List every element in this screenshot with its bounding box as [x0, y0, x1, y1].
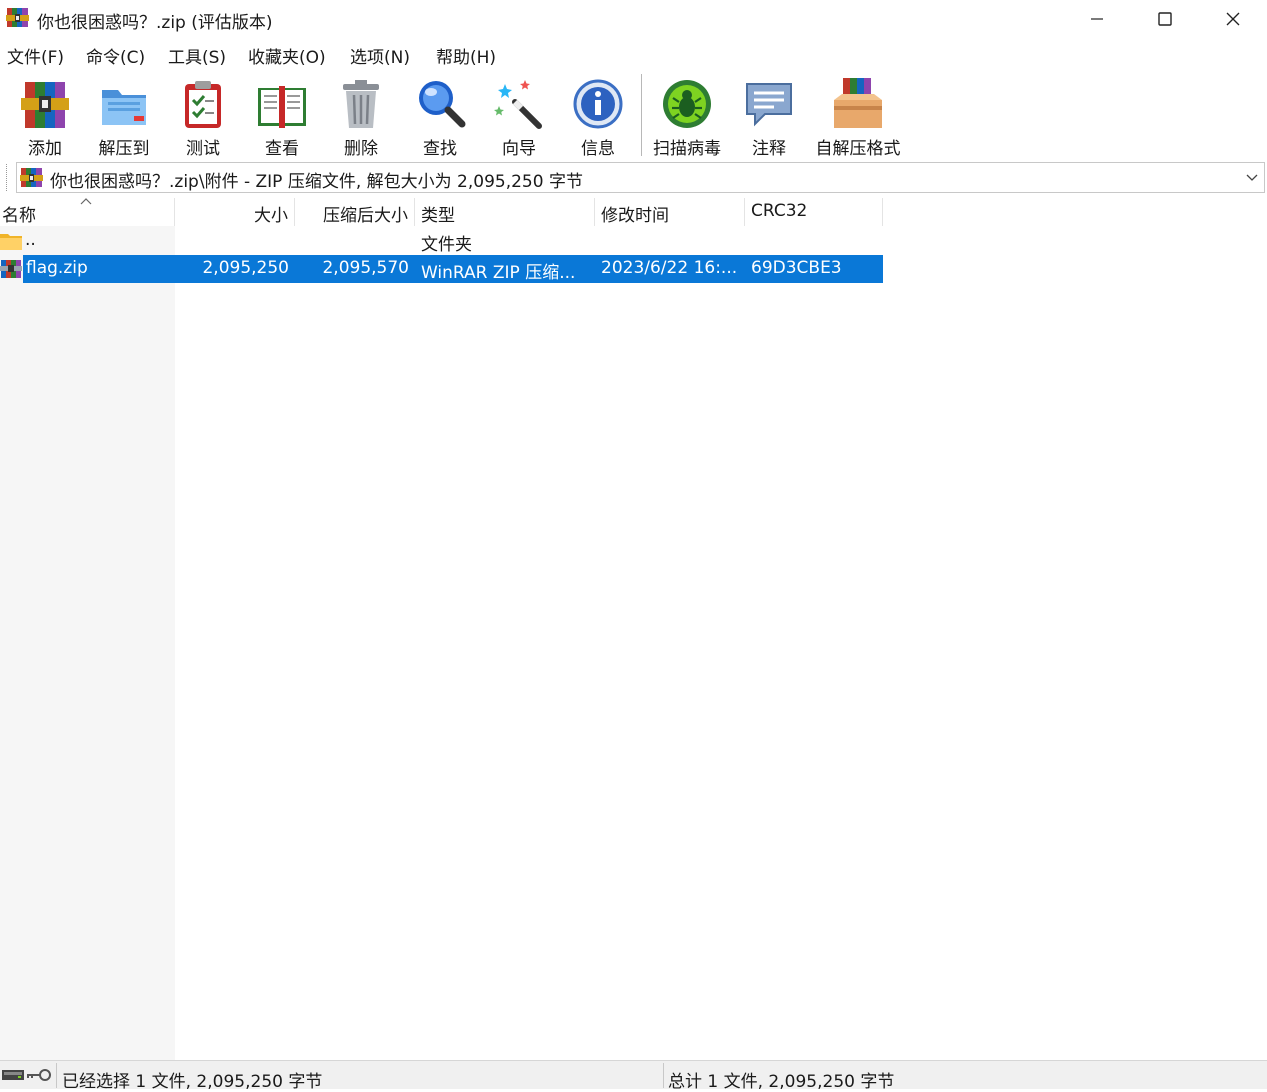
- delete-button[interactable]: 删除: [324, 74, 398, 159]
- view-button[interactable]: 查看: [244, 74, 320, 159]
- sfx-label: 自解压格式: [815, 139, 901, 159]
- menu-favorites[interactable]: 收藏夹(O): [248, 43, 326, 68]
- column-crc-label: CRC32: [751, 201, 808, 221]
- test-clipboard-icon: [185, 81, 221, 128]
- title-bar: 你也很困惑吗？.zip (评估版本): [0, 0, 1267, 38]
- add-archive-icon: [21, 82, 69, 128]
- maximize-button[interactable]: [1131, 0, 1199, 38]
- menu-commands[interactable]: 命令(C): [86, 43, 145, 68]
- column-modified-label: 修改时间: [601, 206, 669, 226]
- column-size-label: 大小: [254, 206, 288, 226]
- toolbar: 添加 解压到 测试 查看 删除 查找 向导 信息 扫描病毒 注释 自解压格式: [0, 70, 1267, 159]
- toolbar-separator: [641, 74, 642, 156]
- test-label: 测试: [186, 139, 220, 159]
- wizard-label: 向导: [502, 139, 536, 159]
- window-title: 你也很困惑吗？.zip (评估版本): [37, 13, 273, 33]
- column-name-label: 名称: [2, 206, 36, 226]
- extract-to-icon: [102, 90, 146, 125]
- virus-scan-button[interactable]: 扫描病毒: [646, 74, 728, 159]
- menu-file[interactable]: 文件(F): [7, 43, 64, 68]
- menu-bar: 文件(F) 命令(C) 工具(S) 收藏夹(O) 选项(N) 帮助(H): [0, 40, 1267, 68]
- row-modified: 2023/6/22 16:...: [601, 258, 738, 278]
- row-size: 2,095,250: [202, 258, 289, 278]
- row-crc: 69D3CBE3: [751, 258, 842, 278]
- key-icon[interactable]: [27, 1068, 53, 1082]
- winrar-icon: [6, 8, 29, 27]
- maximize-icon: [1158, 12, 1172, 26]
- menu-options[interactable]: 选项(N): [350, 43, 410, 68]
- address-bar[interactable]: 你也很困惑吗？.zip\附件 - ZIP 压缩文件, 解包大小为 2,095,2…: [16, 162, 1265, 193]
- virus-scan-label: 扫描病毒: [653, 139, 721, 159]
- row-type: 文件夹: [421, 235, 472, 255]
- sfx-button[interactable]: 自解压格式: [810, 74, 906, 159]
- extract-to-label: 解压到: [98, 139, 150, 159]
- archive-icon: [20, 168, 43, 187]
- menu-tools[interactable]: 工具(S): [168, 43, 226, 68]
- info-icon: [573, 79, 623, 129]
- find-button[interactable]: 查找: [402, 74, 478, 159]
- column-packed[interactable]: 压缩后大小: [295, 198, 415, 226]
- status-divider: [663, 1063, 664, 1088]
- trash-icon: [343, 80, 379, 128]
- delete-label: 删除: [344, 139, 378, 159]
- magnifier-icon: [419, 81, 466, 128]
- sfx-box-icon: [834, 78, 882, 128]
- close-button[interactable]: [1199, 0, 1267, 38]
- drive-icon[interactable]: [2, 1068, 26, 1082]
- wizard-wand-icon: [494, 80, 542, 129]
- menu-help[interactable]: 帮助(H): [436, 43, 496, 68]
- extract-to-button[interactable]: 解压到: [86, 74, 162, 159]
- info-button[interactable]: 信息: [560, 74, 636, 159]
- minimize-button[interactable]: [1063, 0, 1131, 38]
- sort-ascending-icon: [80, 198, 92, 205]
- wizard-button[interactable]: 向导: [482, 74, 556, 159]
- virus-scan-bug-icon: [663, 80, 711, 128]
- comment-bubble-icon: [746, 83, 792, 127]
- column-modified[interactable]: 修改时间: [595, 198, 745, 226]
- minimize-icon: [1091, 18, 1103, 20]
- row-name: flag.zip: [26, 258, 88, 278]
- list-header: 名称 大小 压缩后大小 类型 修改时间 CRC32: [0, 198, 883, 226]
- column-packed-label: 压缩后大小: [323, 206, 408, 226]
- status-divider: [56, 1063, 57, 1088]
- status-selected: 已经选择 1 文件, 2,095,250 字节: [62, 1072, 323, 1092]
- status-bar: 已经选择 1 文件, 2,095,250 字节 总计 1 文件, 2,095,2…: [0, 1060, 1267, 1092]
- find-label: 查找: [423, 139, 457, 159]
- comment-button[interactable]: 注释: [732, 74, 806, 159]
- column-crc[interactable]: CRC32: [745, 198, 883, 226]
- add-label: 添加: [28, 139, 62, 159]
- row-type: WinRAR ZIP 压缩...: [421, 263, 576, 283]
- view-book-icon: [258, 86, 306, 128]
- view-label: 查看: [265, 139, 299, 159]
- address-path: 你也很困惑吗？.zip\附件 - ZIP 压缩文件, 解包大小为 2,095,2…: [50, 172, 583, 192]
- info-label: 信息: [581, 139, 615, 159]
- column-size[interactable]: 大小: [175, 198, 295, 226]
- row-packed: 2,095,570: [322, 258, 409, 278]
- column-name[interactable]: 名称: [0, 198, 175, 226]
- row-name: ..: [25, 230, 36, 250]
- address-grip: [6, 164, 11, 191]
- name-column-background: [0, 226, 175, 1060]
- zip-file-icon: [0, 260, 22, 278]
- status-total: 总计 1 文件, 2,095,250 字节: [668, 1072, 895, 1092]
- column-type-label: 类型: [421, 206, 455, 226]
- test-button[interactable]: 测试: [166, 74, 240, 159]
- add-button[interactable]: 添加: [8, 74, 82, 159]
- column-type[interactable]: 类型: [415, 198, 595, 226]
- comment-label: 注释: [752, 139, 786, 159]
- close-icon: [1226, 12, 1240, 26]
- table-row-selected[interactable]: flag.zip 2,095,250 2,095,570 WinRAR ZIP …: [0, 255, 883, 283]
- table-row[interactable]: .. 文件夹: [0, 227, 883, 255]
- folder-icon: [0, 234, 22, 250]
- chevron-down-icon[interactable]: [1244, 169, 1260, 185]
